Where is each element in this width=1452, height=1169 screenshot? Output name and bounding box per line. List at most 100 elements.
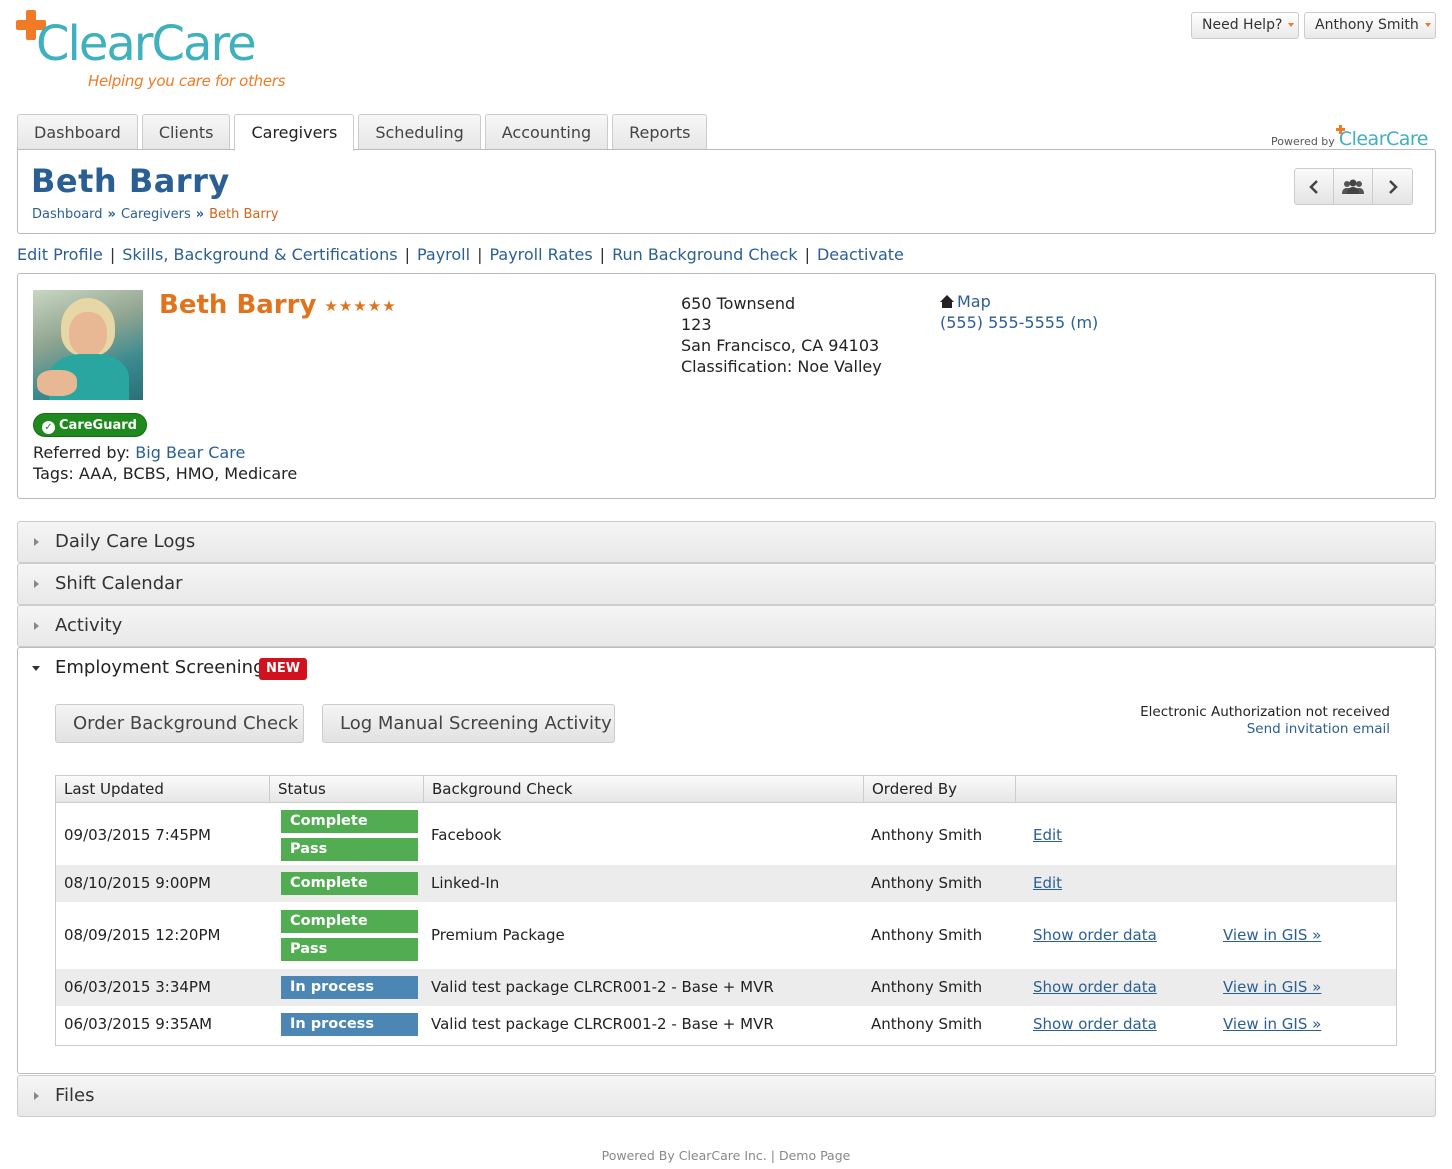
deactivate-link[interactable]: Deactivate <box>817 245 904 264</box>
background-check-cell: Valid test package CLRCR001-2 - Base + M… <box>431 1015 774 1033</box>
expand-arrow-icon <box>34 538 39 546</box>
column-header-last-updated[interactable]: Last Updated <box>56 776 270 803</box>
show-order-data-link[interactable]: Show order data <box>1033 978 1157 996</box>
profile-contact: Map (555) 555-5555 (m) <box>940 291 1098 333</box>
ordered-by-cell: Anthony Smith <box>871 874 983 892</box>
payroll-rates-link[interactable]: Payroll Rates <box>489 245 592 264</box>
status-badge: Complete <box>281 872 418 895</box>
authorization-status: Electronic Authorization not received Se… <box>1140 704 1390 738</box>
table-row: 09/03/2015 7:45PM Complete Pass Facebook… <box>56 804 1396 865</box>
clearcare-logo[interactable]: ClearCare Helping you care for others <box>16 10 316 100</box>
tab-dashboard[interactable]: Dashboard <box>17 114 138 150</box>
view-in-gis-link[interactable]: View in GIS » <box>1223 978 1321 996</box>
people-group-icon <box>1342 179 1364 194</box>
referrer-link[interactable]: Big Bear Care <box>135 443 245 462</box>
demo-page-link[interactable]: Demo Page <box>779 1148 850 1163</box>
main-tabs: Dashboard Clients Caregivers Scheduling … <box>17 114 711 151</box>
edit-link[interactable]: Edit <box>1033 826 1062 844</box>
skills-link[interactable]: Skills, Background & Certifications <box>122 245 397 264</box>
section-employment-screening: Employment Screening NEW Order Backgroun… <box>17 647 1436 1074</box>
classification: Classification: Noe Valley <box>681 357 882 376</box>
show-order-data-link[interactable]: Show order data <box>1033 926 1157 944</box>
section-activity[interactable]: Activity <box>17 605 1436 647</box>
profile-name-text: Beth Barry <box>159 290 317 320</box>
table-row: 08/10/2015 9:00PM Complete Linked-In Ant… <box>56 865 1396 902</box>
new-badge: NEW <box>259 658 308 680</box>
profile-card: Beth Barry ★★★★★ ✓ CareGuard Referred by: … <box>17 273 1436 499</box>
profile-name: Beth Barry ★★★★★ <box>159 290 397 320</box>
section-title[interactable]: Employment Screening <box>55 657 265 678</box>
column-header-status[interactable]: Status <box>270 776 424 803</box>
section-daily-care-logs[interactable]: Daily Care Logs <box>17 521 1436 563</box>
address-line: San Francisco, CA 94103 <box>681 336 880 355</box>
column-header-background-check[interactable]: Background Check <box>424 776 864 803</box>
last-updated-cell: 09/03/2015 7:45PM <box>64 826 211 844</box>
view-in-gis-link[interactable]: View in GIS » <box>1223 926 1321 944</box>
breadcrumb-separator-icon: » <box>107 207 116 222</box>
previous-record-button[interactable] <box>1295 169 1334 204</box>
tab-reports[interactable]: Reports <box>612 114 708 150</box>
screening-table: Last Updated Status Background Check Ord… <box>55 775 1397 1046</box>
referred-by: Referred by: Big Bear Care <box>33 443 245 462</box>
caret-down-icon <box>1288 23 1295 27</box>
tab-caregivers[interactable]: Caregivers <box>234 114 355 151</box>
profile-tags: Tags: AAA, BCBS, HMO, Medicare <box>33 464 298 483</box>
ordered-by-cell: Anthony Smith <box>871 826 983 844</box>
section-title: Daily Care Logs <box>55 531 196 552</box>
powered-by-logo: Powered by ClearCare <box>1271 125 1429 150</box>
last-updated-cell: 06/03/2015 9:35AM <box>64 1015 213 1033</box>
section-files[interactable]: Files <box>17 1075 1436 1117</box>
status-badge: Complete <box>281 810 418 833</box>
send-invitation-link[interactable]: Send invitation email <box>1247 721 1390 737</box>
log-manual-screening-button[interactable]: Log Manual Screening Activity <box>322 704 615 743</box>
view-in-gis-link[interactable]: View in GIS » <box>1223 1015 1321 1033</box>
payroll-link[interactable]: Payroll <box>417 245 470 264</box>
powered-by-name: ClearCare <box>1338 128 1429 150</box>
tab-scheduling[interactable]: Scheduling <box>358 114 481 150</box>
breadcrumb-caregivers[interactable]: Caregivers <box>121 207 191 222</box>
referred-by-label: Referred by: <box>33 443 131 462</box>
breadcrumb-separator-icon: » <box>195 207 205 222</box>
section-shift-calendar[interactable]: Shift Calendar <box>17 563 1436 605</box>
order-background-check-button[interactable]: Order Background Check <box>55 704 304 743</box>
table-header: Last Updated Status Background Check Ord… <box>56 776 1396 803</box>
tab-accounting[interactable]: Accounting <box>484 114 609 150</box>
status-badge: Pass <box>281 938 418 961</box>
ordered-by-cell: Anthony Smith <box>871 926 983 944</box>
authorization-text: Electronic Authorization not received <box>1140 704 1390 720</box>
caret-down-icon <box>1424 23 1431 27</box>
column-header-ordered-by[interactable]: Ordered By <box>864 776 1016 803</box>
ordered-by-cell: Anthony Smith <box>871 978 983 996</box>
record-navigation <box>1294 168 1413 205</box>
expand-arrow-icon <box>34 1092 39 1100</box>
column-header-actions <box>1016 776 1398 803</box>
page-header: Beth Barry Dashboard » Caregivers » Beth Bar… <box>17 149 1436 234</box>
status-badge: Complete <box>281 910 418 933</box>
chevron-right-icon <box>1388 179 1398 194</box>
map-link[interactable]: Map <box>957 292 991 311</box>
chevron-left-icon <box>1309 179 1318 194</box>
section-title: Shift Calendar <box>55 573 183 594</box>
breadcrumb: Dashboard » Caregivers » Beth Barry <box>32 207 279 222</box>
address-line: 123 <box>681 315 712 334</box>
table-row: 06/03/2015 3:34PM In process Valid test … <box>56 969 1396 1006</box>
edit-profile-link[interactable]: Edit Profile <box>17 245 103 264</box>
last-updated-cell: 08/10/2015 9:00PM <box>64 874 211 892</box>
user-menu-button[interactable]: Anthony Smith <box>1304 12 1436 39</box>
caregiver-list-button[interactable] <box>1334 169 1373 204</box>
table-row: 08/09/2015 12:20PM Complete Pass Premium… <box>56 902 1396 967</box>
collapse-arrow-icon[interactable] <box>32 666 40 671</box>
page-title: Beth Barry <box>31 162 230 200</box>
next-record-button[interactable] <box>1373 169 1412 204</box>
tab-clients[interactable]: Clients <box>141 114 231 150</box>
ordered-by-cell: Anthony Smith <box>871 1015 983 1033</box>
footer-powered-text: Powered By ClearCare Inc. <box>601 1148 767 1163</box>
breadcrumb-dashboard[interactable]: Dashboard <box>32 207 103 222</box>
home-icon <box>940 295 954 308</box>
show-order-data-link[interactable]: Show order data <box>1033 1015 1157 1033</box>
phone-link[interactable]: (555) 555-5555 (m) <box>940 313 1098 332</box>
run-background-check-link[interactable]: Run Background Check <box>612 245 798 264</box>
need-help-button[interactable]: Need Help? <box>1191 12 1299 39</box>
background-check-cell: Facebook <box>431 826 502 844</box>
edit-link[interactable]: Edit <box>1033 874 1062 892</box>
